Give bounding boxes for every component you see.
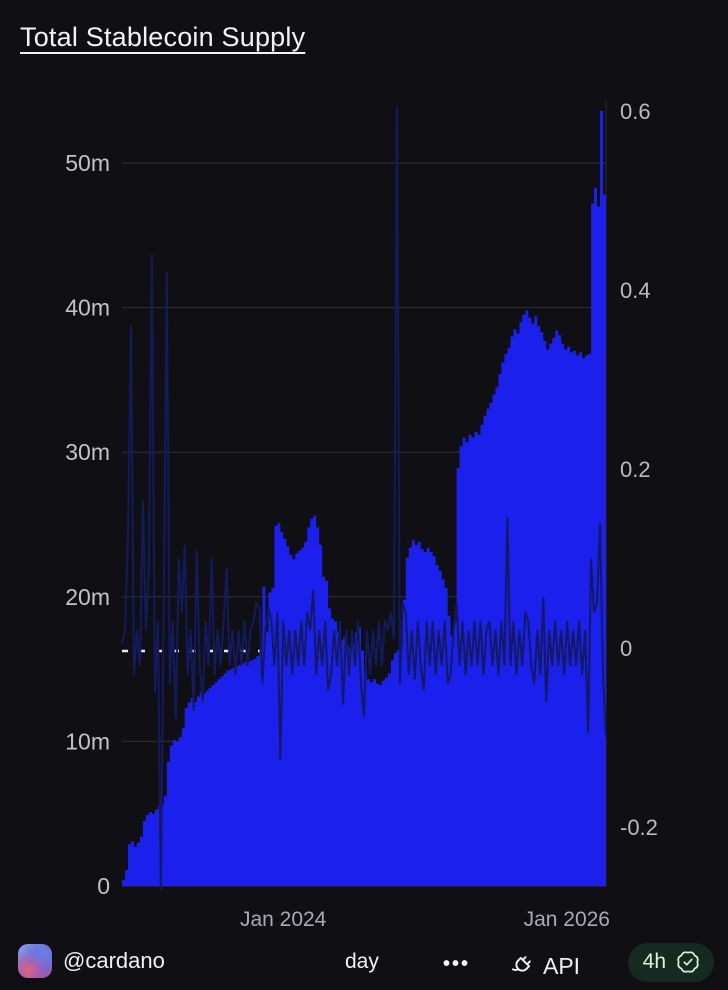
- api-label: API: [543, 953, 580, 980]
- right-axis-tick: 0.4: [620, 278, 651, 303]
- left-axis-tick: 20m: [65, 584, 110, 610]
- chart-card: Total Stablecoin Supply 010m20m30m40m50m…: [0, 0, 728, 990]
- left-axis-tick: 10m: [65, 728, 110, 754]
- right-axis-tick: -0.2: [620, 815, 658, 840]
- interval-selector[interactable]: day: [345, 950, 379, 974]
- verified-check-icon: [675, 949, 701, 975]
- left-axis-tick: 0: [97, 873, 110, 899]
- left-axis-tick: 40m: [65, 295, 110, 321]
- right-axis-tick: 0.6: [620, 99, 651, 124]
- left-axis-tick: 50m: [65, 150, 110, 176]
- watermark-link[interactable]: @cardano: [18, 944, 165, 978]
- more-options-icon[interactable]: •••: [443, 953, 470, 976]
- refresh-badge[interactable]: 4h: [628, 943, 714, 982]
- app-avatar: [18, 944, 52, 978]
- watermark-handle: @cardano: [63, 948, 165, 974]
- right-axis-tick: 0: [620, 636, 632, 661]
- plug-icon: [507, 953, 534, 980]
- chart-canvas[interactable]: 010m20m30m40m50m-0.200.20.40.6Jan 2024Ja…: [0, 0, 728, 990]
- left-axis-tick: 30m: [65, 439, 110, 465]
- badge-label: 4h: [643, 950, 666, 974]
- api-button[interactable]: API: [507, 953, 580, 980]
- supply-area-series: [122, 111, 606, 886]
- right-axis-tick: 0.2: [620, 457, 651, 482]
- footer-bar: @cardano day ••• API 4h: [0, 928, 728, 990]
